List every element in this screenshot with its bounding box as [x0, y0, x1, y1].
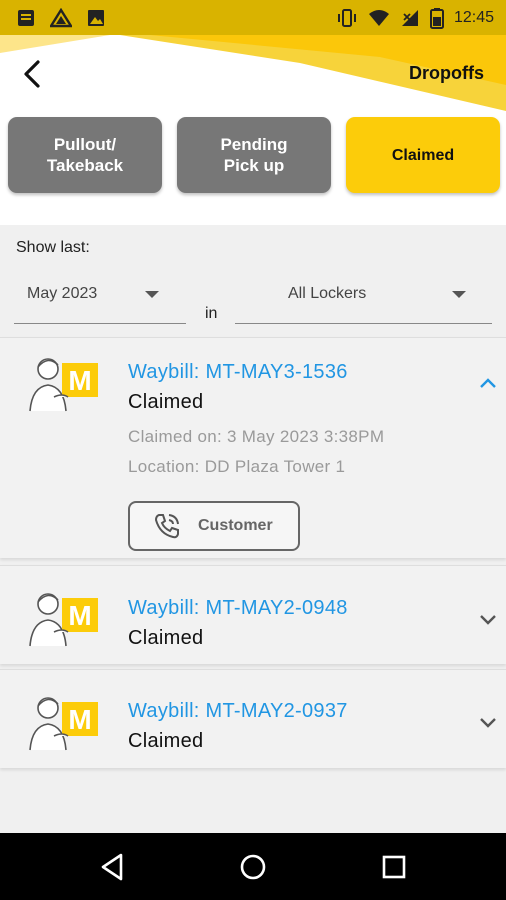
drive-icon [50, 8, 72, 28]
nav-back-icon[interactable] [97, 851, 129, 883]
nav-home-icon[interactable] [237, 851, 269, 883]
system-nav-bar [0, 833, 506, 900]
chevron-down-icon[interactable] [478, 712, 498, 732]
locker-value: All Lockers [288, 285, 367, 302]
show-last-label: Show last: [16, 239, 90, 256]
image-icon [88, 10, 104, 26]
svg-text:M: M [68, 600, 91, 631]
signal-icon [401, 10, 418, 26]
status-time: 12:45 [453, 9, 494, 26]
page-title: Dropoffs [409, 63, 484, 83]
vibrate-icon [337, 9, 356, 27]
tab-label-line2: Pick up [223, 156, 285, 175]
claimed-on: Claimed on: 3 May 2023 3:38PM [128, 427, 385, 446]
courier-m-icon: M [29, 593, 98, 647]
locker-dropdown[interactable]: All Lockers [235, 277, 492, 324]
tab-label: Claimed [391, 146, 455, 164]
location: Location: DD Plaza Tower 1 [128, 457, 346, 476]
item-status: Claimed [128, 730, 204, 752]
chevron-down-icon [452, 291, 466, 298]
waybill-number[interactable]: Waybill: MT-MAY2-0937 [128, 700, 348, 723]
chevron-down-icon [145, 291, 159, 298]
phone-call-icon [154, 514, 179, 539]
tab-label-line1: Pending [220, 135, 288, 154]
chevron-down-icon[interactable] [478, 609, 498, 629]
chevron-up-icon[interactable] [478, 374, 498, 394]
tab-pending-pickup[interactable]: Pending Pick up [177, 117, 331, 193]
nav-recents-icon[interactable] [378, 851, 410, 883]
courier-m-icon: M [29, 697, 98, 751]
item-status: Claimed [128, 391, 204, 413]
item-status: Claimed [128, 627, 204, 649]
back-button[interactable] [16, 57, 50, 91]
notification-icon [18, 10, 34, 26]
tab-pullout-takeback[interactable]: Pullout/ Takeback [8, 117, 162, 193]
app-header: Dropoffs Pullout/ Takeback Pending Pick … [0, 35, 506, 225]
svg-text:M: M [68, 365, 91, 396]
list-item[interactable]: M Waybill: MT-MAY3-1536 Claimed Claimed … [0, 337, 506, 558]
wifi-icon [368, 10, 389, 26]
customer-button-label: Customer [198, 517, 273, 534]
battery-icon [429, 8, 444, 29]
call-customer-button[interactable]: Customer [128, 501, 300, 551]
tab-claimed[interactable]: Claimed [346, 117, 500, 193]
status-tabs: Pullout/ Takeback Pending Pick up Claime… [8, 117, 500, 195]
waybill-number[interactable]: Waybill: MT-MAY3-1536 [128, 361, 348, 384]
list-item[interactable]: M Waybill: MT-MAY2-0937 Claimed [0, 669, 506, 768]
courier-m-icon: M [29, 358, 98, 412]
tab-label-line2: Takeback [46, 156, 124, 175]
list-item[interactable]: M Waybill: MT-MAY2-0948 Claimed [0, 565, 506, 664]
filters-section: Show last: May 2023 in All Lockers [0, 225, 506, 337]
period-value: May 2023 [27, 285, 98, 302]
svg-text:M: M [68, 704, 91, 735]
tab-label-line1: Pullout/ [53, 135, 117, 154]
status-bar: 12:45 [0, 0, 506, 35]
in-label: in [205, 305, 218, 322]
period-dropdown[interactable]: May 2023 [14, 277, 186, 324]
waybill-number[interactable]: Waybill: MT-MAY2-0948 [128, 597, 348, 620]
